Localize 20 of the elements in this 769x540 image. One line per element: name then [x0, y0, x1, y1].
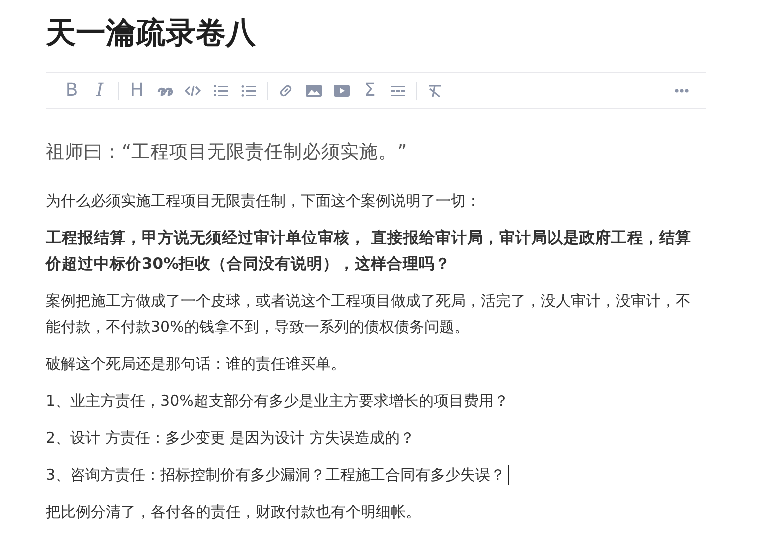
link-icon[interactable] — [278, 82, 294, 98]
image-icon[interactable] — [306, 82, 322, 98]
toolbar-button[interactable]: I — [92, 82, 108, 100]
paragraph: 工程报结算，甲方说无须经过审计单位审核， 直接报给审计局，审计局以是政府工程，结算价超过中标价30%拒收（合同没有说明），这样合理吗？ — [46, 228, 692, 275]
toolbar-button[interactable]: H — [129, 82, 145, 100]
paragraph: 把比例分清了，各付各的责任，财政付款也有个明细帐。 — [46, 502, 421, 523]
toolbar-button[interactable]: Σ — [362, 82, 378, 100]
play-icon[interactable] — [334, 82, 350, 98]
paragraph: 祖师曰：“工程项目无限责任制必须实施。” — [46, 141, 408, 165]
toolbar-button[interactable]: B — [64, 82, 80, 100]
paragraph: 3、咨询方责任：招标控制价有多少漏洞？工程施工合同有多少失误？ — [46, 465, 506, 486]
paragraph: 1、业主方责任，30%超支部分有多少是业主方要求增长的项目费用？ — [46, 391, 509, 412]
paragraph: 案例把施工方做成了一个皮球，或者说这个工程项目做成了死局，活完了，没人审计，没审计，不能付款，不付款30%的钱拿不到，导致一系列的债权债务问题。 — [46, 291, 692, 338]
paragraph: 2、设计 方责任：多少变更 是因为设计 方失误造成的？ — [46, 428, 415, 449]
paragraph: 为什么必须实施工程项目无限责任制，下面这个案例说明了一切： — [46, 191, 481, 212]
document-title: 天一瀹疏录卷八 — [46, 15, 257, 53]
bullet-list-icon[interactable] — [241, 82, 257, 98]
numbered-list-icon[interactable] — [213, 82, 229, 98]
paragraph: 破解这个死局还是那句话：谁的责任谁买单。 — [46, 354, 346, 375]
clear-format-icon[interactable] — [427, 82, 443, 98]
